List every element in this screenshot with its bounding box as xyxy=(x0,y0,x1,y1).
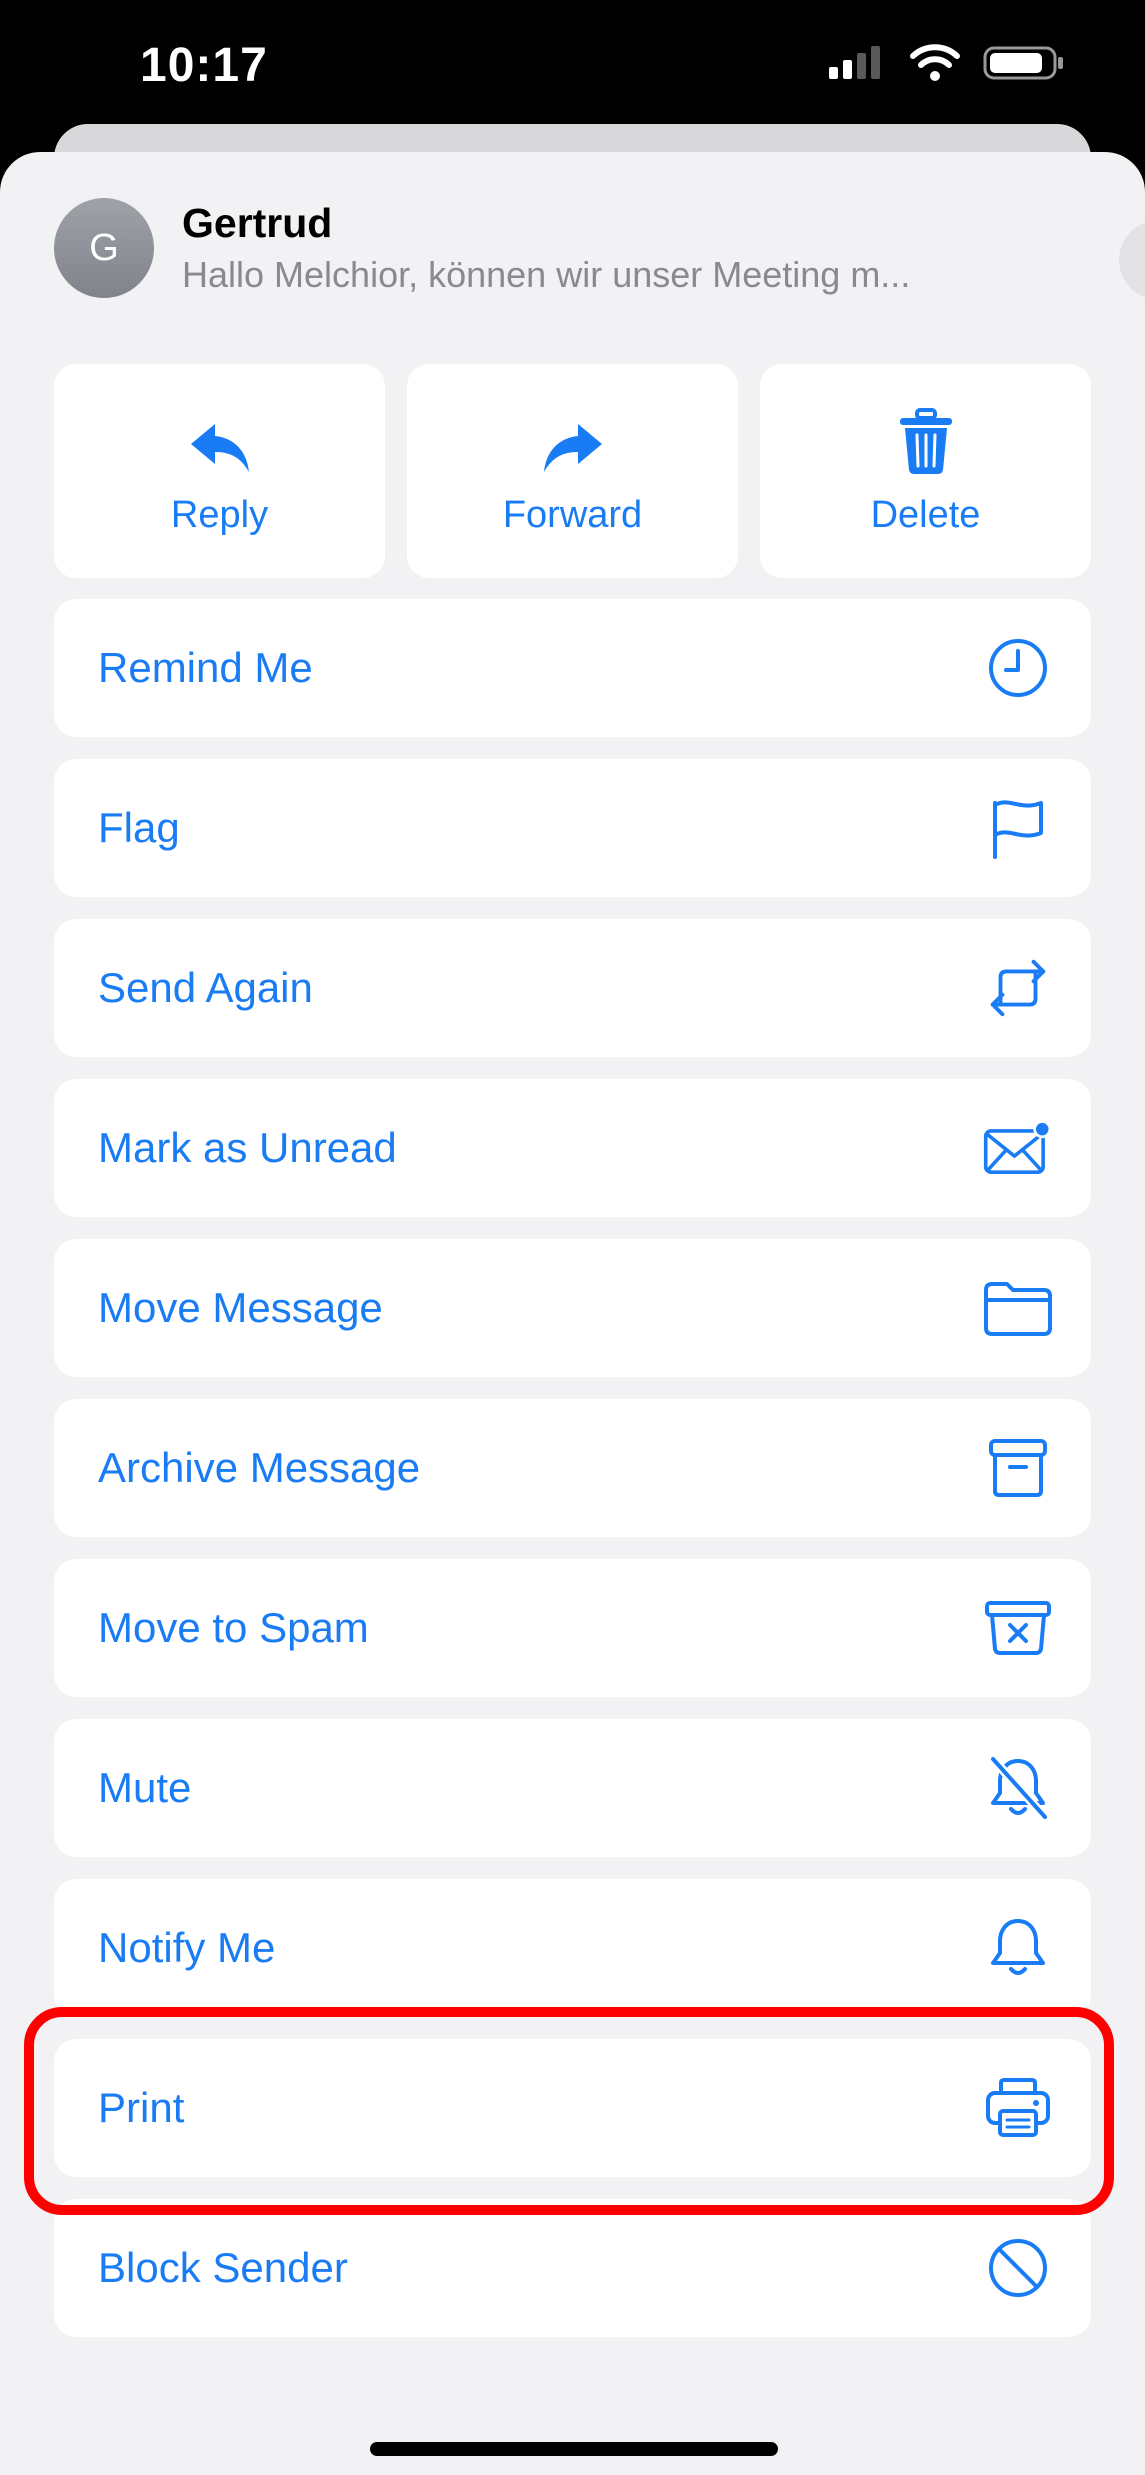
sender-name: Gertrud xyxy=(182,200,333,246)
bell-icon xyxy=(991,1919,1045,1975)
menu-item-label: Flag xyxy=(98,804,180,851)
forward-label: Forward xyxy=(502,494,643,536)
flag-icon xyxy=(993,800,1043,859)
resend-icon xyxy=(990,959,1046,1017)
menu-item-label: Send Again xyxy=(98,964,313,1011)
menu-item-flag[interactable]: Flag xyxy=(54,759,1091,897)
delete-label: Delete xyxy=(870,494,981,536)
reply-icon xyxy=(190,424,249,472)
menu-item-block-sender[interactable]: Block Sender xyxy=(54,2199,1091,2337)
message-preview: Hallo Melchior, können wir unser Meeting… xyxy=(182,254,911,295)
quick-actions: Reply Forward Delete xyxy=(54,364,1091,578)
menu-item-mark-as-unread[interactable]: Mark as Unread xyxy=(54,1079,1091,1217)
menu-item-label: Mark as Unread xyxy=(98,1124,397,1171)
message-actions-sheet: G Gertrud Hallo Melchior, können wir uns… xyxy=(0,152,1145,2475)
menu-item-move-message[interactable]: Move Message xyxy=(54,1239,1091,1377)
status-bar: 10:17 xyxy=(0,0,1145,140)
clock-icon xyxy=(989,639,1047,697)
menu-item-label: Notify Me xyxy=(98,1924,276,1971)
menu-item-notify-me[interactable]: Notify Me xyxy=(54,1879,1091,2017)
cellular-signal-icon xyxy=(829,46,880,79)
reply-label: Reply xyxy=(170,494,269,536)
menu-item-print[interactable]: Print xyxy=(54,2039,1091,2177)
trash-icon xyxy=(899,408,952,474)
menu-item-label: Move Message xyxy=(98,1284,383,1331)
battery-icon xyxy=(983,46,1063,80)
menu-item-archive-message[interactable]: Archive Message xyxy=(54,1399,1091,1537)
spam-box-icon xyxy=(985,1601,1051,1655)
menu-item-send-again[interactable]: Send Again xyxy=(54,919,1091,1057)
menu-item-label: Remind Me xyxy=(98,644,313,691)
block-icon xyxy=(989,2239,1047,2297)
message-header: G Gertrud Hallo Melchior, können wir uns… xyxy=(54,198,1145,308)
menu-item-remind-me[interactable]: Remind Me xyxy=(54,599,1091,737)
menu-item-label: Archive Message xyxy=(98,1444,421,1491)
menu-item-mute[interactable]: Mute xyxy=(54,1719,1091,1857)
status-time: 10:17 xyxy=(140,39,268,92)
forward-button[interactable]: Forward xyxy=(407,364,738,578)
bell-slash-icon xyxy=(989,1755,1049,1821)
menu-item-move-to-spam[interactable]: Move to Spam xyxy=(54,1559,1091,1697)
wifi-icon xyxy=(910,44,960,81)
menu-item-label: Move to Spam xyxy=(98,1604,369,1651)
close-button[interactable] xyxy=(1119,220,1145,300)
avatar: G xyxy=(54,198,154,298)
status-icons xyxy=(827,44,1065,82)
reply-button[interactable]: Reply xyxy=(54,364,385,578)
printer-icon xyxy=(986,2078,1050,2137)
forward-icon xyxy=(543,424,602,472)
archive-box-icon xyxy=(989,1439,1047,1497)
home-indicator[interactable] xyxy=(370,2442,778,2456)
folder-icon xyxy=(984,1282,1052,1336)
menu-item-label: Block Sender xyxy=(98,2244,348,2291)
unread-envelope-icon xyxy=(983,1120,1052,1175)
delete-button[interactable]: Delete xyxy=(760,364,1091,578)
menu-item-label: Print xyxy=(98,2084,185,2131)
menu-item-label: Mute xyxy=(98,1764,192,1811)
